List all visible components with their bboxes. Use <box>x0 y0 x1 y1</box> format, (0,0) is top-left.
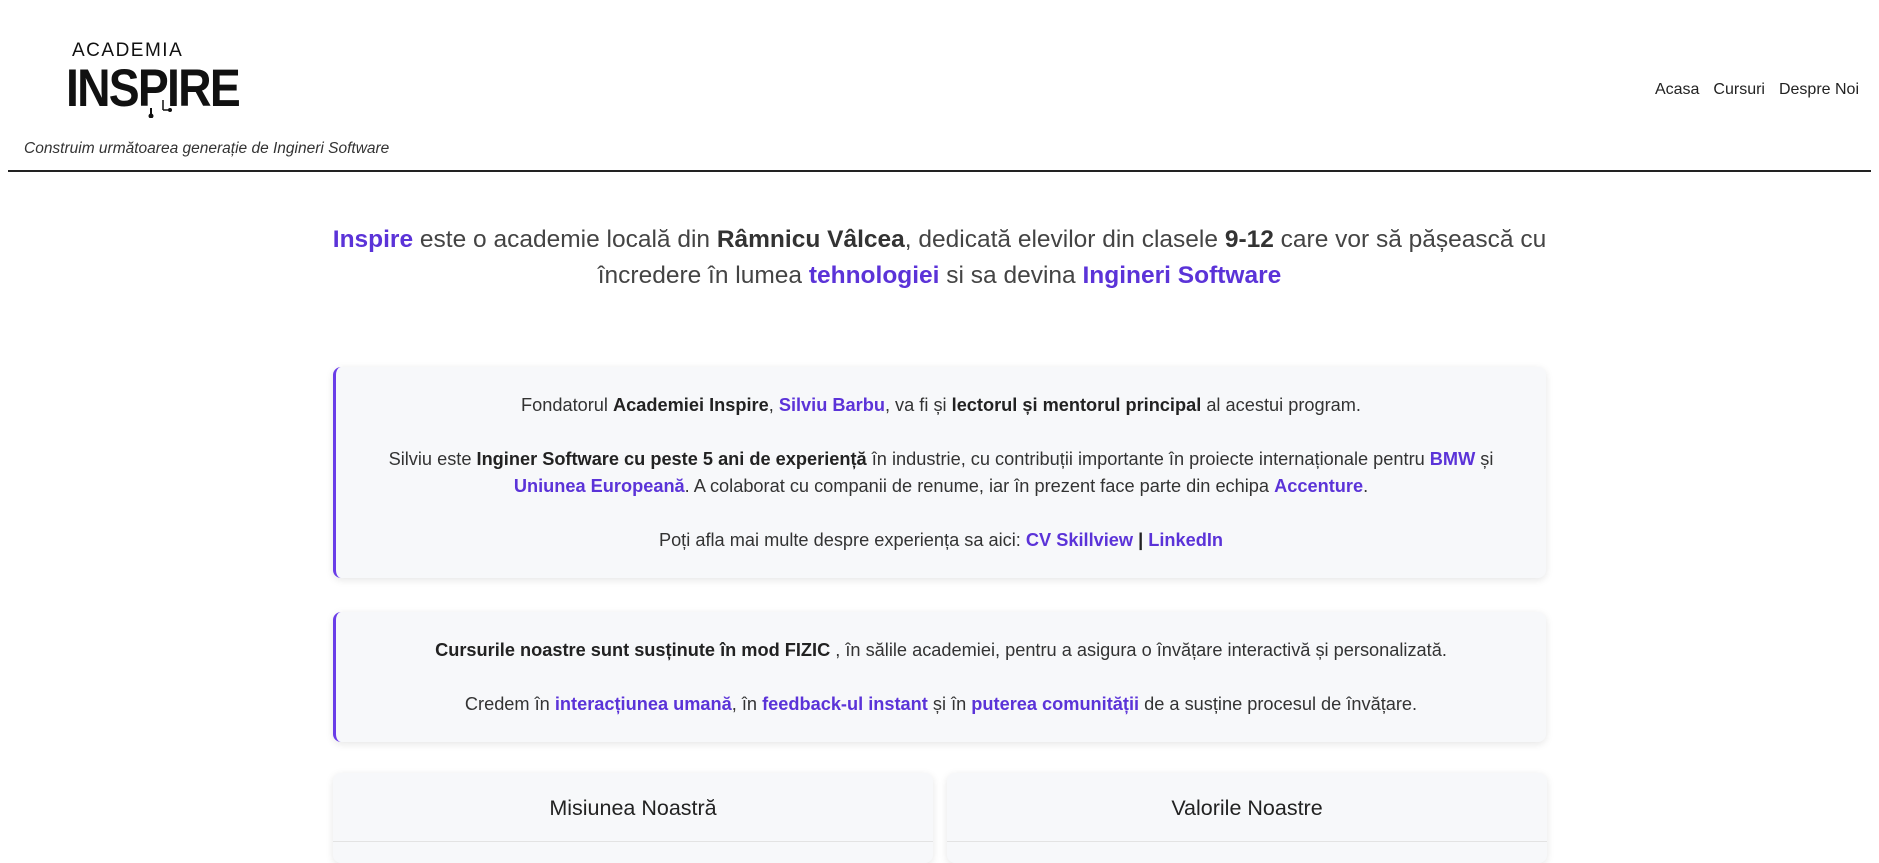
linkedin-link[interactable]: LinkedIn <box>1148 530 1223 550</box>
founder-links: Poți afla mai multe despre experiența sa… <box>366 527 1516 554</box>
svg-text:INSPIRE: INSPIRE <box>66 59 240 118</box>
nav-link-cursuri[interactable]: Cursuri <box>1713 81 1765 99</box>
text: Poți afla mai multe despre experiența sa… <box>658 530 1026 550</box>
intro-text: este o academie locală din <box>413 226 717 253</box>
text: și <box>1475 449 1494 469</box>
text: de a susține procesul de învățare. <box>1139 694 1418 714</box>
academia-inspire-logo[interactable]: ACADEMIA INSPIRE <box>66 38 246 118</box>
cv-skillview-link[interactable]: CV Skillview <box>1026 530 1133 550</box>
courses-card: Cursurile noastre sunt susținute în mod … <box>333 612 1546 742</box>
founder-role: lectorul și mentorul principal <box>951 395 1202 415</box>
header-divider <box>8 170 1871 172</box>
intro-city: Râmnicu Vâlcea <box>716 226 905 253</box>
mission-heading: Misiunea Noastră <box>333 773 933 842</box>
courses-physical: Cursurile noastre sunt susținute în mod … <box>435 640 831 660</box>
courses-beliefs: Credem în interacțiunea umană, în feedba… <box>366 691 1516 718</box>
experience-highlight: Inginer Software cu peste 5 ani de exper… <box>476 449 867 469</box>
text: , în <box>731 694 763 714</box>
text: , va fi și <box>884 395 952 415</box>
main-nav: Acasa Cursuri Despre Noi <box>1655 81 1859 99</box>
company-eu: Uniunea Europeană <box>513 476 685 496</box>
founder-intro: Fondatorul Academiei Inspire, Silviu Bar… <box>366 392 1516 419</box>
text: și în <box>927 694 972 714</box>
nav-link-acasa[interactable]: Acasa <box>1655 81 1699 99</box>
tagline: Construim următoarea generație de Ingine… <box>24 140 390 157</box>
text: , <box>768 395 779 415</box>
founder-experience: Silviu este Inginer Software cu peste 5 … <box>366 446 1516 500</box>
values-card: Valorile Noastre <box>947 773 1547 863</box>
intro-tech: tehnologiei <box>808 262 940 289</box>
logo-graphic: ACADEMIA INSPIRE <box>66 40 242 118</box>
link-separator: | <box>1133 530 1149 550</box>
belief-community: puterea comunității <box>971 694 1140 714</box>
intro-brand: Inspire <box>332 226 414 253</box>
values-heading: Valorile Noastre <box>947 773 1547 842</box>
intro-statement: Inspire este o academie locală din Râmni… <box>320 222 1559 294</box>
text: al acestui program. <box>1201 395 1361 415</box>
site-header: ACADEMIA INSPIRE Construim următoarea ge… <box>0 0 1879 172</box>
text: Credem în <box>464 694 555 714</box>
text: , în sălile academiei, pentru a asigura … <box>830 640 1447 660</box>
intro-grades: 9-12 <box>1224 226 1274 253</box>
company-bmw: BMW <box>1429 449 1476 469</box>
company-accenture: Accenture <box>1274 476 1364 496</box>
founder-card: Fondatorul Academiei Inspire, Silviu Bar… <box>333 367 1546 578</box>
svg-text:ACADEMIA: ACADEMIA <box>72 40 183 61</box>
mission-card: Misiunea Noastră <box>333 773 933 863</box>
belief-feedback: feedback-ul instant <box>762 694 928 714</box>
intro-text: , dedicată elevilor din clasele <box>904 226 1225 253</box>
text: . A colaborat cu companii de renume, iar… <box>684 476 1275 496</box>
text: Fondatorul <box>521 395 614 415</box>
intro-engineers: Ingineri Software <box>1082 262 1282 289</box>
text: Silviu este <box>388 449 477 469</box>
academy-name: Academiei Inspire <box>613 395 769 415</box>
nav-link-despre-noi[interactable]: Despre Noi <box>1779 81 1859 99</box>
text: . <box>1363 476 1369 496</box>
text: în industrie, cu contribuții importante … <box>866 449 1430 469</box>
founder-name: Silviu Barbu <box>778 395 885 415</box>
intro-text: si sa devina <box>939 262 1083 289</box>
courses-format: Cursurile noastre sunt susținute în mod … <box>366 637 1516 664</box>
belief-interaction: interacțiunea umană <box>554 694 732 714</box>
